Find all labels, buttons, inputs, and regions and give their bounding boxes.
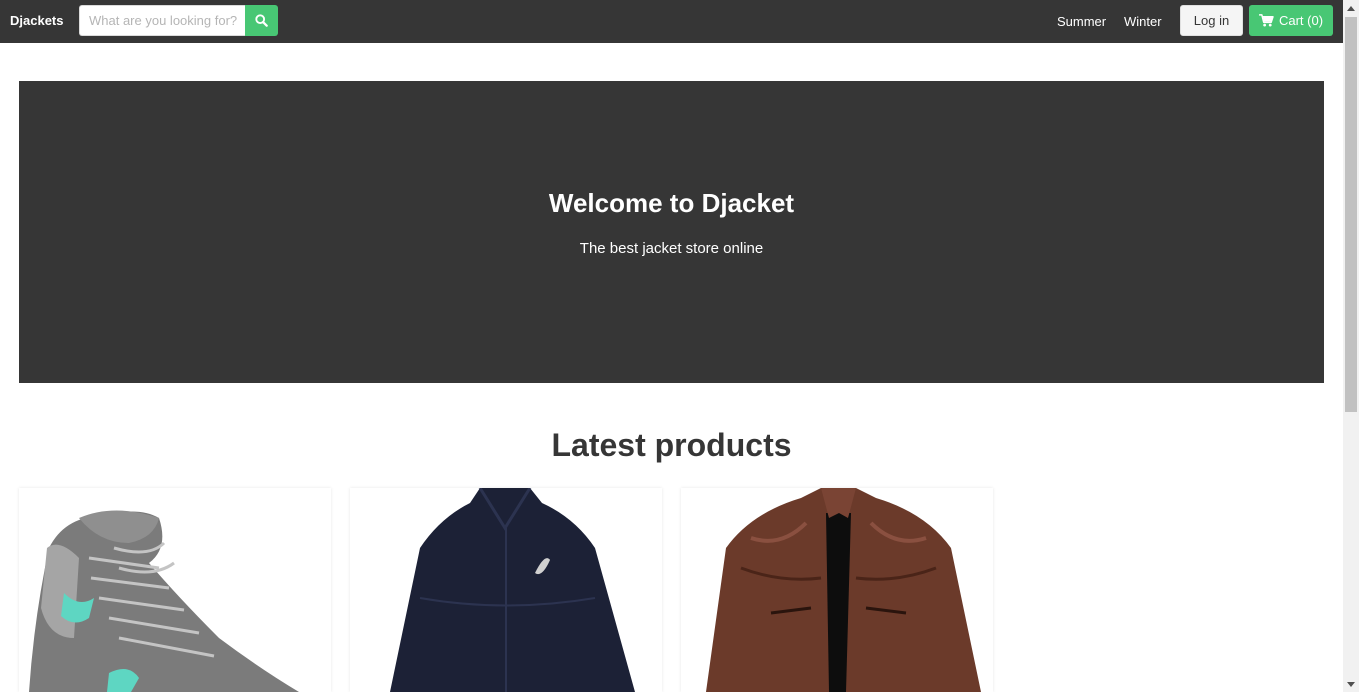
hero-subtitle: The best jacket store online bbox=[579, 239, 764, 257]
search-icon bbox=[255, 14, 268, 27]
section-title: Latest products bbox=[551, 427, 792, 463]
scroll-up-arrow-icon[interactable] bbox=[1343, 0, 1359, 16]
product-card[interactable] bbox=[681, 488, 993, 692]
search-button[interactable] bbox=[245, 5, 278, 36]
product-image-leather-jacket bbox=[681, 488, 993, 692]
search-input[interactable] bbox=[79, 5, 246, 36]
login-label: Log in bbox=[1193, 13, 1230, 28]
product-card[interactable] bbox=[19, 488, 331, 692]
nav-link-winter[interactable]: Winter bbox=[1124, 14, 1162, 29]
cart-label: Cart (0) bbox=[1278, 13, 1324, 28]
product-image-jacket bbox=[350, 488, 662, 692]
vertical-scrollbar[interactable] bbox=[1343, 0, 1359, 692]
cart-button[interactable]: Cart (0) bbox=[1249, 5, 1333, 36]
hero-title: Welcome to Djacket bbox=[548, 187, 795, 218]
product-image-boot bbox=[19, 488, 331, 692]
brand-logo[interactable]: Djackets bbox=[10, 13, 63, 28]
hero-banner: Welcome to Djacket The best jacket store… bbox=[19, 81, 1324, 383]
scrollbar-thumb[interactable] bbox=[1345, 17, 1357, 412]
login-button[interactable]: Log in bbox=[1180, 5, 1243, 36]
product-card[interactable] bbox=[350, 488, 662, 692]
scroll-down-arrow-icon[interactable] bbox=[1343, 676, 1359, 692]
navbar: Djackets Summer Winter Log in Cart (0) bbox=[0, 0, 1343, 43]
shopping-cart-icon bbox=[1259, 14, 1274, 27]
nav-link-summer[interactable]: Summer bbox=[1057, 14, 1106, 29]
